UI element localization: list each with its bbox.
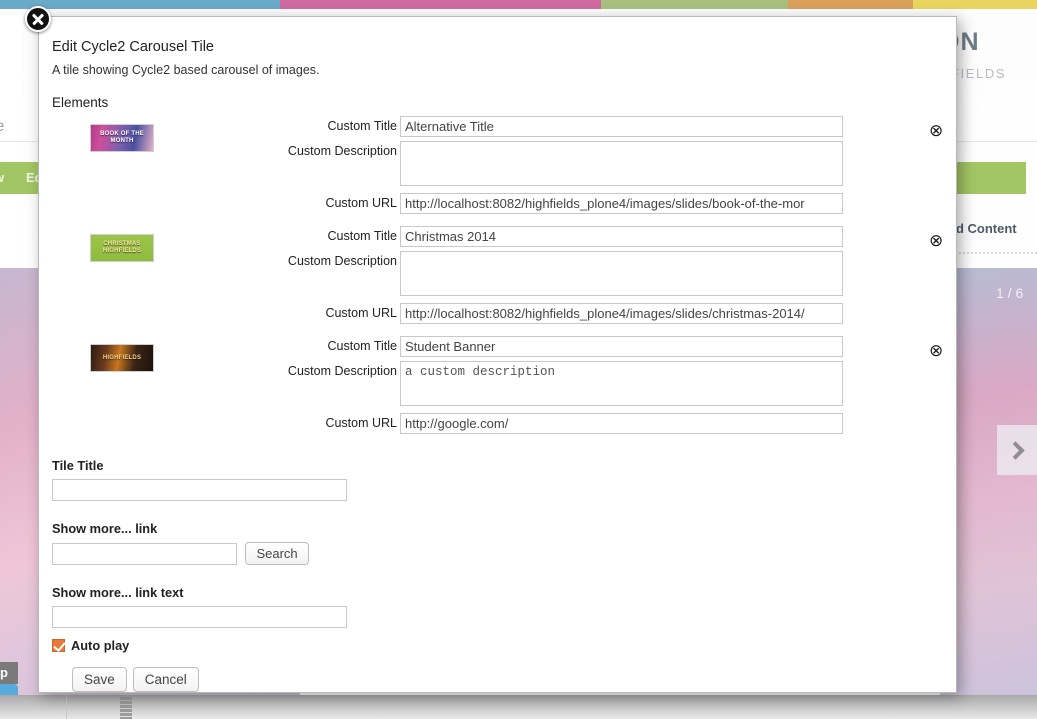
element-row: BOOK OF THE MONTH ⊗ Custom Title Custom … xyxy=(52,116,943,226)
show-more-link-text-label: Show more... link text xyxy=(52,585,184,600)
nav-item-home[interactable]: me xyxy=(0,118,5,136)
chevron-right-icon xyxy=(1005,440,1025,460)
green-toolbar-item-view[interactable]: w xyxy=(0,170,4,185)
tile-title-field: Tile Title xyxy=(52,458,936,501)
field-custom-url: Custom URL xyxy=(52,303,936,326)
field-custom-description: Custom Description a custom description xyxy=(52,361,936,410)
bottom-status-bar xyxy=(0,695,1037,719)
stripe-segment-yellow xyxy=(912,0,1037,9)
cancel-button[interactable]: Cancel xyxy=(132,667,199,692)
field-custom-description: Custom Description xyxy=(52,251,936,300)
field-label-custom-title: Custom Title xyxy=(327,119,397,133)
custom-url-input[interactable] xyxy=(400,193,843,214)
close-icon[interactable] xyxy=(25,6,51,32)
screen: ON HFIELDS me w Ed dd Content 1 / 6 p Ed… xyxy=(0,0,1037,719)
search-button[interactable]: Search xyxy=(245,542,309,565)
field-label-custom-description: Custom Description xyxy=(287,144,397,158)
field-custom-url: Custom URL xyxy=(52,193,936,216)
custom-url-input[interactable] xyxy=(400,413,843,434)
edit-tile-modal: Edit Cycle2 Carousel Tile A tile showing… xyxy=(38,16,957,693)
carousel-counter: 1 / 6 xyxy=(996,285,1024,301)
custom-url-input[interactable] xyxy=(400,303,843,324)
custom-description-textarea[interactable]: a custom description xyxy=(400,361,843,406)
bottom-bar-divider xyxy=(66,695,67,719)
tile-title-input[interactable] xyxy=(52,479,347,501)
brand-color-stripe xyxy=(0,0,1037,9)
custom-title-input[interactable] xyxy=(400,336,843,357)
field-label-custom-url: Custom URL xyxy=(325,416,397,430)
tile-title-label: Tile Title xyxy=(52,458,104,473)
show-more-link-text-input[interactable] xyxy=(52,606,347,628)
auto-play-checkbox[interactable] xyxy=(52,639,65,652)
field-custom-description: Custom Description xyxy=(52,141,936,190)
auto-play-label: Auto play xyxy=(71,638,130,653)
stripe-segment-green xyxy=(601,0,789,9)
custom-description-textarea[interactable] xyxy=(400,141,843,186)
left-side-tab[interactable]: p xyxy=(0,662,18,684)
bottom-bar-ticks xyxy=(120,697,132,719)
field-custom-title: Custom Title xyxy=(52,336,936,359)
save-button[interactable]: Save xyxy=(72,667,127,692)
modal-body: Edit Cycle2 Carousel Tile A tile showing… xyxy=(39,17,956,692)
custom-title-input[interactable] xyxy=(400,226,843,247)
element-row: CHRISTMAS HIGHFIELDS ⊗ Custom Title Cust… xyxy=(52,226,943,336)
elements-legend: Elements xyxy=(52,95,109,110)
modal-description: A tile showing Cycle2 based carousel of … xyxy=(52,63,320,77)
field-custom-title: Custom Title xyxy=(52,226,936,249)
field-label-custom-url: Custom URL xyxy=(325,196,397,210)
show-more-link-text-field: Show more... link text xyxy=(52,585,936,628)
form-actions: Save Cancel xyxy=(72,667,936,692)
stripe-segment-pink xyxy=(279,0,602,9)
field-label-custom-title: Custom Title xyxy=(327,229,397,243)
show-more-link-input[interactable] xyxy=(52,542,237,565)
carousel-next-button[interactable] xyxy=(997,425,1037,475)
custom-title-input[interactable] xyxy=(400,116,843,137)
field-label-custom-description: Custom Description xyxy=(287,364,397,378)
modal-title: Edit Cycle2 Carousel Tile xyxy=(52,39,214,55)
element-row: HIGHFIELDS ⊗ Custom Title Custom Descrip… xyxy=(52,336,943,446)
custom-description-textarea[interactable] xyxy=(400,251,843,296)
show-more-link-label: Show more... link xyxy=(52,521,158,536)
field-custom-url: Custom URL xyxy=(52,413,936,436)
field-label-custom-title: Custom Title xyxy=(327,339,397,353)
stripe-segment-orange xyxy=(788,0,913,9)
field-label-custom-description: Custom Description xyxy=(287,254,397,268)
add-content-menu[interactable]: dd Content xyxy=(948,221,1017,236)
field-label-custom-url: Custom URL xyxy=(325,306,397,320)
auto-play-row: Auto play xyxy=(52,638,936,653)
field-custom-title: Custom Title xyxy=(52,116,936,139)
show-more-link-field: Show more... link Search xyxy=(52,521,936,565)
